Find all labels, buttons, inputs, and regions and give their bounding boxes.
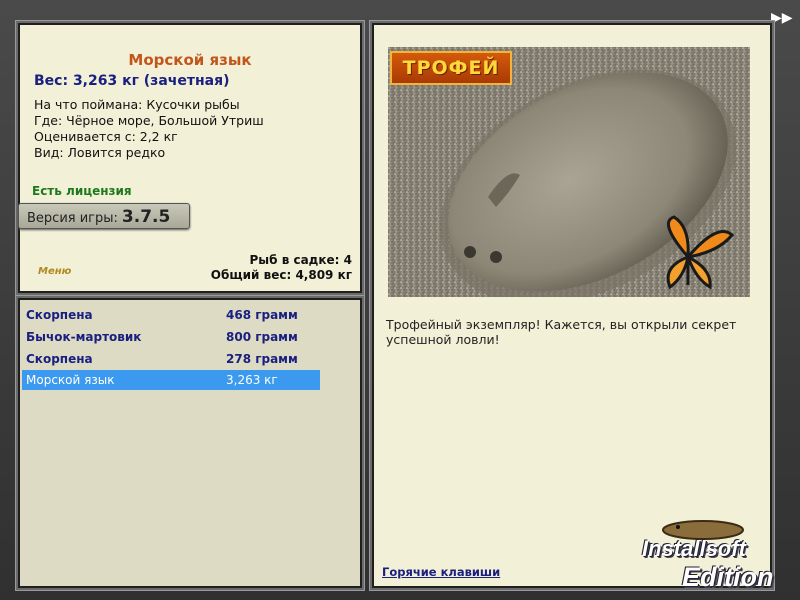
catch-name: Морской язык	[26, 373, 115, 387]
catch-weight: 468 грамм	[226, 308, 298, 322]
fish-detail-panel: ТРОФЕЙ Трофейный экземпляр! Кажется, вы …	[370, 21, 774, 590]
fish-info-panel: Морской язык Вес: 3,263 кг (зачетная) На…	[16, 21, 364, 295]
fish-value: Оценивается с: 2,2 кг	[34, 129, 178, 144]
fish-weight: Вес: 3,263 кг (зачетная)	[34, 73, 230, 89]
catch-name: Скорпена	[26, 308, 93, 322]
catch-row[interactable]: Скорпена 278 грамм	[22, 349, 320, 369]
fish-rarity: Вид: Ловится редко	[34, 145, 166, 160]
version-number: 3.7.5	[121, 207, 171, 227]
fish-count: Рыб в садке: 4	[249, 253, 353, 267]
version-label: Версия игры:	[27, 211, 118, 226]
fish-location: Где: Чёрное море, Большой Утриш	[34, 113, 264, 128]
installsoft-logo: Installsoft Edition	[642, 520, 794, 596]
fast-forward-icon[interactable]: ▶▶	[771, 10, 793, 26]
logo-line2: Edition	[682, 562, 774, 592]
version-badge: Версия игры: 3.7.5	[18, 203, 190, 229]
catch-list-panel: Скорпена 468 грамм Бычок-мартовик 800 гр…	[16, 296, 364, 590]
catch-row[interactable]: Бычок-мартовик 800 грамм	[22, 327, 320, 347]
catch-weight: 800 грамм	[226, 330, 298, 344]
fish-bait: На что поймана: Кусочки рыбы	[34, 97, 240, 112]
catch-name: Бычок-мартовик	[26, 330, 142, 344]
license-status: Есть лицензия	[32, 184, 132, 198]
total-weight: Общий вес: 4,809 кг	[210, 268, 352, 282]
fish-title: Морской язык	[128, 51, 252, 69]
catch-name: Скорпена	[26, 352, 93, 366]
catch-row[interactable]: Скорпена 468 грамм	[22, 305, 320, 325]
catch-row-selected[interactable]: Морской язык 3,263 кг	[22, 370, 320, 390]
trophy-badge: ТРОФЕЙ	[390, 51, 512, 85]
menu-button[interactable]: Меню	[38, 266, 71, 277]
catch-weight: 3,263 кг	[226, 373, 278, 387]
hotkeys-link[interactable]: Горячие клавиши	[382, 565, 500, 579]
logo-line1: Installsoft	[642, 536, 746, 561]
catch-weight: 278 грамм	[226, 352, 298, 366]
fish-description: Трофейный экземпляр! Кажется, вы открыли…	[386, 317, 737, 347]
